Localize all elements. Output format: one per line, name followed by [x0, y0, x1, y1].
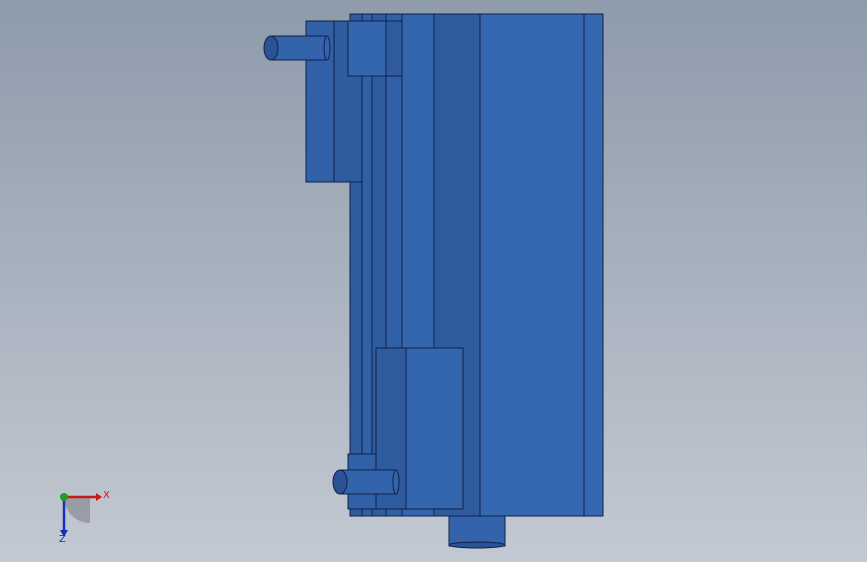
bottom-boss[interactable]	[448, 511, 506, 549]
3d-model-view[interactable]: X Z	[0, 0, 867, 562]
main-body-side[interactable]	[583, 13, 604, 517]
z-axis-label: Z	[59, 534, 66, 545]
cad-viewport[interactable]: X Z	[0, 0, 867, 562]
x-axis-arrowhead	[96, 493, 102, 501]
top-block-face[interactable]	[385, 20, 403, 77]
main-body[interactable]	[479, 13, 585, 517]
bottom-shaft[interactable]	[332, 469, 400, 495]
triad-shadow	[64, 497, 90, 523]
x-axis-label: X	[103, 490, 110, 501]
y-axis-indicator	[60, 493, 68, 501]
orientation-triad[interactable]: X Z	[59, 490, 110, 545]
top-shaft[interactable]	[263, 35, 331, 61]
